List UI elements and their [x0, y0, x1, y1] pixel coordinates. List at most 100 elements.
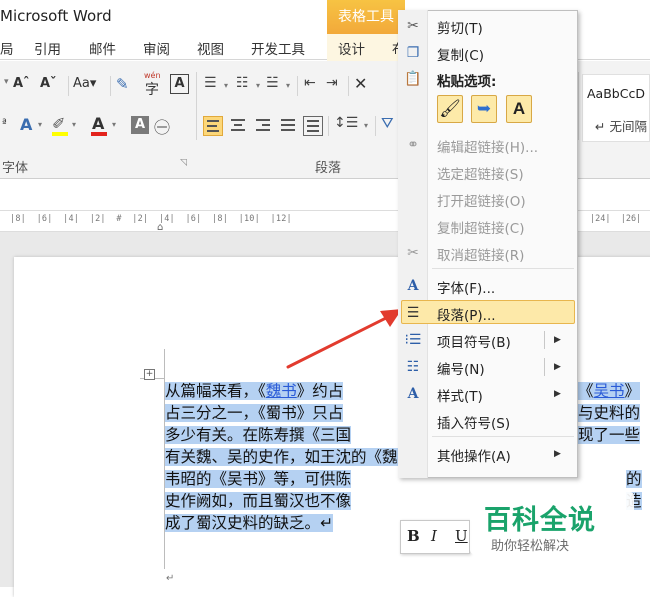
justify-button[interactable]: [278, 116, 298, 136]
tab-review[interactable]: 审阅: [143, 38, 170, 58]
tab-mailings[interactable]: 邮件: [89, 38, 116, 58]
split-divider: [544, 331, 545, 349]
menu-other-actions[interactable]: 其他操作(A): [437, 445, 511, 465]
align-left-button[interactable]: [203, 116, 223, 136]
paste-text-only-icon[interactable]: A: [506, 95, 532, 123]
menu-cut[interactable]: 剪切(T): [437, 17, 483, 37]
chinese-layout-icon[interactable]: ✕: [354, 74, 367, 93]
increase-indent-icon[interactable]: ⇥: [326, 75, 338, 91]
decrease-indent-icon[interactable]: ⇤: [304, 75, 316, 91]
multilevel-dropdown-icon[interactable]: ▾: [286, 81, 290, 90]
character-shading-icon[interactable]: A: [131, 116, 149, 134]
numbering-icon[interactable]: ☷: [236, 75, 249, 91]
paste-keep-formatting-icon[interactable]: 🖌: [437, 95, 463, 123]
menu-insert-symbol[interactable]: 插入符号(S): [437, 412, 510, 432]
paste-merge-formatting-icon[interactable]: ➥: [471, 95, 497, 123]
menu-paragraph[interactable]: 段落(P)...: [437, 304, 496, 324]
font-color-dropdown-icon[interactable]: ▾: [112, 120, 116, 129]
menu-select-hyperlink[interactable]: 选定超链接(S): [437, 163, 524, 183]
menu-edit-hyperlink[interactable]: 编辑超链接(H)...: [437, 136, 538, 156]
font-color-icon[interactable]: A: [92, 114, 104, 133]
text-line[interactable]: 成了蜀汉史料的缺乏。↵: [165, 513, 333, 534]
mini-underline-button[interactable]: U: [455, 527, 468, 545]
submenu-arrow-icon[interactable]: ▶: [554, 335, 561, 345]
menu-numbering[interactable]: 编号(N): [437, 358, 485, 378]
text-effects-icon[interactable]: A: [20, 115, 32, 134]
remove-hyperlink-icon: ✂: [407, 245, 419, 261]
text-line-right[interactable]: 的: [626, 469, 642, 490]
multilevel-list-icon[interactable]: ☱: [266, 75, 279, 91]
text-effects-dropdown-icon[interactable]: ▾: [38, 120, 42, 129]
align-right-button[interactable]: [253, 116, 273, 136]
menu-remove-hyperlink[interactable]: 取消超链接(R): [437, 244, 524, 264]
shrink-font-button[interactable]: Aˇ: [40, 76, 57, 91]
mini-bold-button[interactable]: B: [407, 527, 420, 545]
watermark-subtitle: 助你轻松解决: [491, 539, 570, 554]
paragraph-icon: ☰: [406, 305, 420, 321]
divider: [348, 76, 349, 96]
align-center-button[interactable]: [228, 116, 248, 136]
grow-font-button[interactable]: Aˆ: [13, 76, 30, 91]
watermark-title: 百科全说: [484, 505, 596, 536]
change-case-button[interactable]: Aa▾: [73, 76, 96, 91]
paragraph-group-label: 段落: [315, 161, 342, 176]
menu-font[interactable]: 字体(F)...: [437, 277, 495, 297]
tab-references[interactable]: 引用: [34, 38, 61, 58]
link-weishu: 魏书: [265, 382, 297, 400]
menu-paste-options-header: 粘贴选项:: [437, 74, 497, 90]
font-color-swatch: [91, 132, 107, 136]
divider: [328, 116, 329, 136]
text-line-right[interactable]: 与史料的: [578, 403, 641, 424]
highlight-icon[interactable]: ✐: [52, 114, 65, 133]
table-tools-header: 表格工具: [327, 0, 405, 34]
font-size-dropdown-icon[interactable]: ▾: [4, 77, 9, 87]
character-border-icon[interactable]: A: [170, 74, 189, 94]
enclose-characters-icon[interactable]: ㊀: [154, 114, 170, 138]
phonetic-guide-icon[interactable]: 字: [145, 79, 159, 99]
group-divider: [196, 72, 197, 140]
text-line[interactable]: 史作阙如，而且蜀汉也不像: [165, 491, 352, 512]
text-line-right[interactable]: 《吴书》: [578, 381, 641, 402]
style-preview: AaBbCcD: [587, 86, 645, 101]
menu-copy[interactable]: 复制(C): [437, 44, 484, 64]
bullets-dropdown-icon[interactable]: ▾: [224, 81, 228, 90]
tab-view[interactable]: 视图: [197, 38, 224, 58]
tab-design[interactable]: 设计: [338, 38, 365, 58]
ruler-marks-right: |24| |26|: [590, 214, 642, 224]
style-name: ↵ 无间隔: [595, 119, 647, 134]
divider: [110, 76, 111, 96]
numbering-dropdown-icon[interactable]: ▾: [256, 81, 260, 90]
scissors-icon: ✂: [407, 18, 419, 34]
menu-styles[interactable]: 样式(T): [437, 385, 483, 405]
distributed-button[interactable]: [303, 116, 323, 136]
font-group-label: 字体: [2, 161, 29, 176]
text-line[interactable]: 从篇幅来看，《魏书》约占: [165, 381, 344, 402]
submenu-arrow-icon[interactable]: ▶: [554, 389, 561, 399]
bullets-icon[interactable]: ☰: [204, 75, 217, 91]
copy-icon: ❐: [406, 45, 420, 61]
text-line[interactable]: 韦昭的《吴书》等，可供陈: [165, 469, 352, 490]
group-divider: [578, 72, 579, 140]
text-line[interactable]: 多少有关。在陈寿撰《三国: [165, 425, 352, 446]
mini-italic-button[interactable]: I: [431, 527, 437, 545]
highlight-dropdown-icon[interactable]: ▾: [72, 120, 76, 129]
divider: [375, 116, 376, 136]
menu-open-hyperlink[interactable]: 打开超链接(O): [437, 190, 526, 210]
tab-layout[interactable]: 局: [0, 38, 14, 58]
line-spacing-dropdown-icon[interactable]: ▾: [364, 121, 368, 130]
text-line[interactable]: 占三分之一，《蜀书》只占: [165, 403, 344, 424]
shading-icon[interactable]: ⛛: [381, 114, 394, 132]
table-move-handle-icon[interactable]: +: [144, 369, 155, 380]
submenu-arrow-icon[interactable]: ▶: [554, 362, 561, 372]
superscript-icon[interactable]: ª: [2, 118, 7, 129]
text-line-right[interactable]: 现了一些: [578, 425, 641, 446]
menu-copy-hyperlink[interactable]: 复制超链接(C): [437, 217, 524, 237]
submenu-arrow-icon[interactable]: ▶: [554, 449, 561, 459]
clear-formatting-icon[interactable]: ✎: [116, 75, 129, 93]
tab-developer[interactable]: 开发工具: [251, 38, 305, 58]
line-spacing-icon[interactable]: ↕☰: [334, 115, 358, 131]
app-title: Microsoft Word: [0, 7, 112, 25]
font-dialog-launcher-icon[interactable]: ◹: [180, 158, 187, 168]
menu-bullets[interactable]: 项目符号(B): [437, 331, 511, 351]
red-arrow-annotation: [286, 309, 402, 369]
